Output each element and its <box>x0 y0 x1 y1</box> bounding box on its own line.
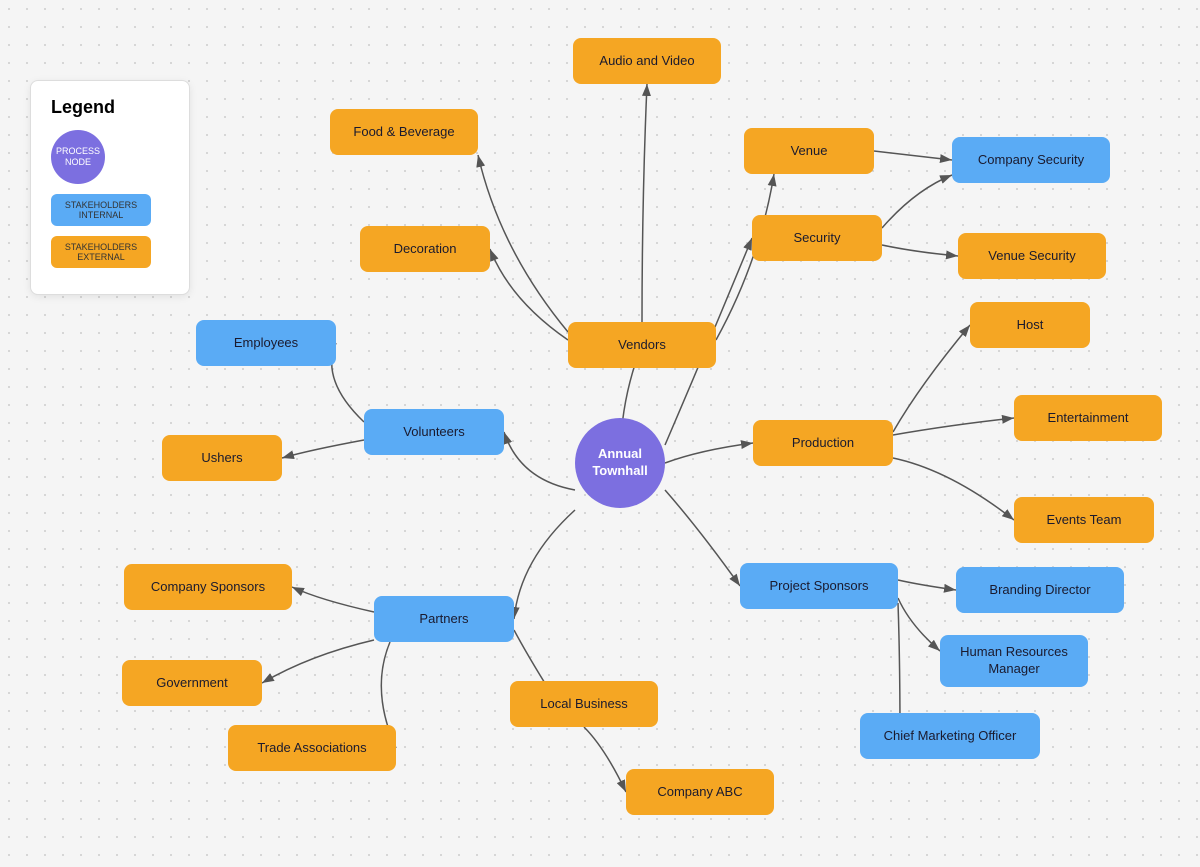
legend-orange-box: STAKEHOLDERS EXTERNAL <box>51 236 151 268</box>
center-node[interactable]: AnnualTownhall <box>575 418 665 508</box>
legend-blue-box: STAKEHOLDERS INTERNAL <box>51 194 151 226</box>
trade-associations-node[interactable]: Trade Associations <box>228 725 396 771</box>
ushers-node[interactable]: Ushers <box>162 435 282 481</box>
security-node[interactable]: Security <box>752 215 882 261</box>
events-team-node[interactable]: Events Team <box>1014 497 1154 543</box>
decoration-node[interactable]: Decoration <box>360 226 490 272</box>
venue-security-node[interactable]: Venue Security <box>958 233 1106 279</box>
legend-title: Legend <box>51 97 169 118</box>
local-business-node[interactable]: Local Business <box>510 681 658 727</box>
company-abc-node[interactable]: Company ABC <box>626 769 774 815</box>
government-node[interactable]: Government <box>122 660 262 706</box>
project-sponsors-node[interactable]: Project Sponsors <box>740 563 898 609</box>
employees-node[interactable]: Employees <box>196 320 336 366</box>
branding-director-node[interactable]: Branding Director <box>956 567 1124 613</box>
chief-marketing-node[interactable]: Chief Marketing Officer <box>860 713 1040 759</box>
legend-blue-item: STAKEHOLDERS INTERNAL <box>51 194 169 226</box>
partners-node[interactable]: Partners <box>374 596 514 642</box>
hr-manager-node[interactable]: Human ResourcesManager <box>940 635 1088 687</box>
legend-center-item: PROCESS NODE <box>51 130 169 184</box>
venue-node[interactable]: Venue <box>744 128 874 174</box>
vendors-node[interactable]: Vendors <box>568 322 716 368</box>
company-security-node[interactable]: Company Security <box>952 137 1110 183</box>
legend: Legend PROCESS NODE STAKEHOLDERS INTERNA… <box>30 80 190 295</box>
host-node[interactable]: Host <box>970 302 1090 348</box>
audio-video-node[interactable]: Audio and Video <box>573 38 721 84</box>
entertainment-node[interactable]: Entertainment <box>1014 395 1162 441</box>
food-beverage-node[interactable]: Food & Beverage <box>330 109 478 155</box>
legend-circle: PROCESS NODE <box>51 130 105 184</box>
company-sponsors-node[interactable]: Company Sponsors <box>124 564 292 610</box>
legend-orange-item: STAKEHOLDERS EXTERNAL <box>51 236 169 268</box>
volunteers-node[interactable]: Volunteers <box>364 409 504 455</box>
production-node[interactable]: Production <box>753 420 893 466</box>
